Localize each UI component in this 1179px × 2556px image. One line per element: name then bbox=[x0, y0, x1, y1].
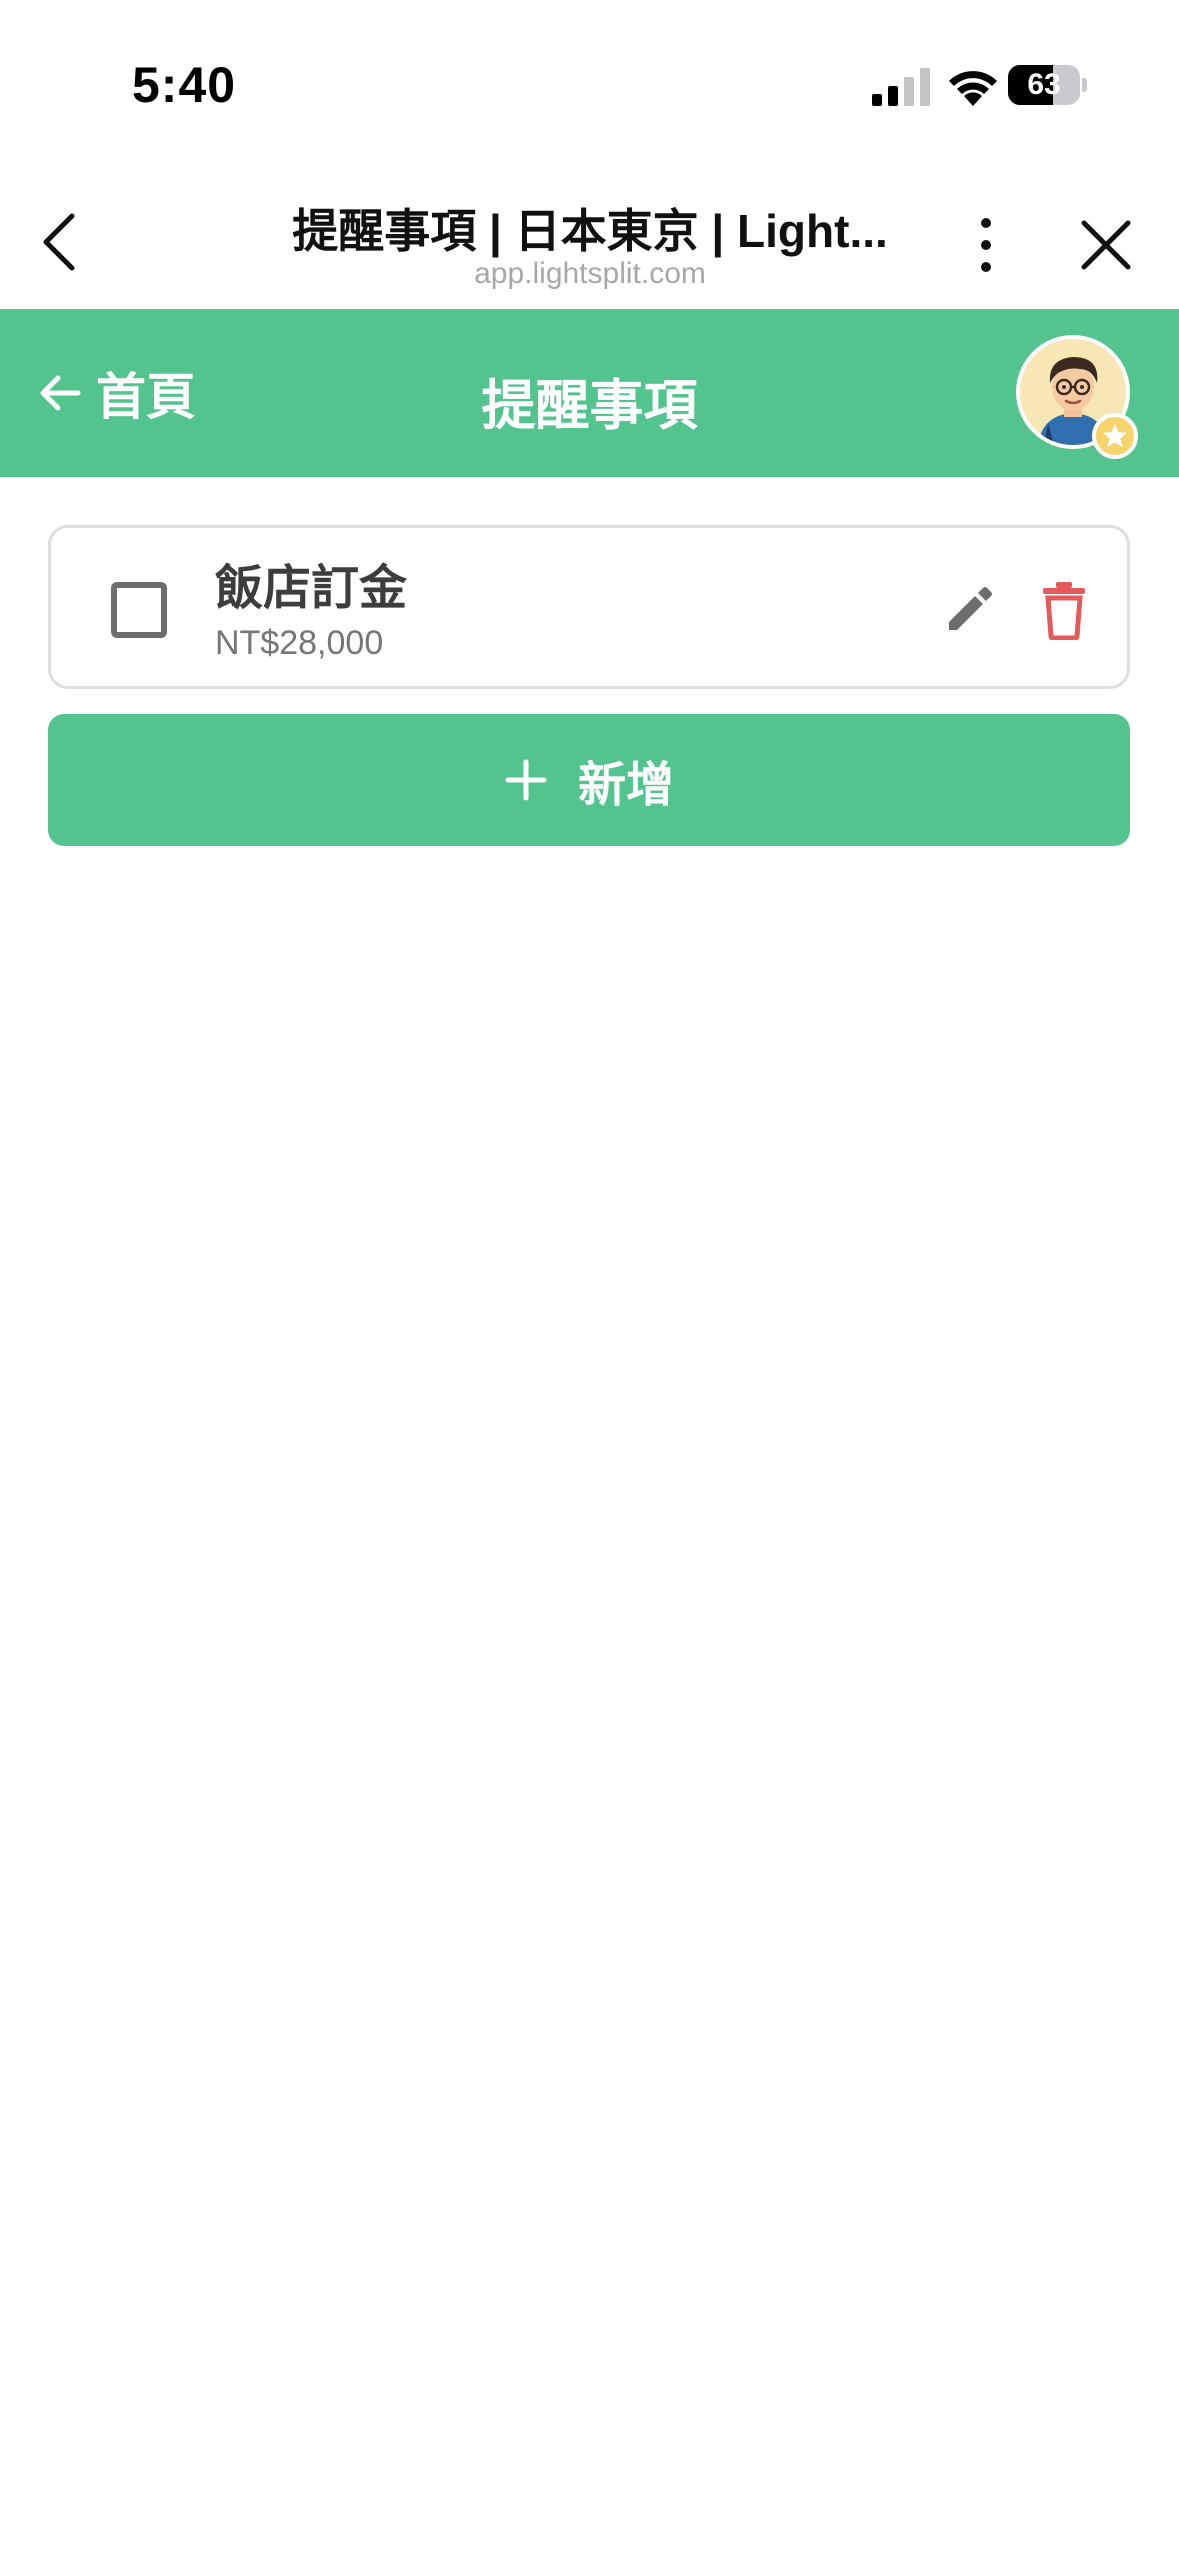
status-bar: 5:40 63 bbox=[0, 0, 1179, 175]
reminder-title: 飯店訂金 bbox=[215, 562, 408, 615]
wifi-icon bbox=[949, 71, 997, 106]
browser-url: app.lightsplit.com bbox=[474, 257, 706, 290]
pencil-icon[interactable] bbox=[941, 582, 997, 638]
plus-icon bbox=[505, 759, 547, 801]
reminder-amount: NT$28,000 bbox=[215, 624, 384, 662]
add-reminder-button[interactable]: 新增 bbox=[48, 714, 1130, 846]
reminder-item: 飯店訂金 NT$28,000 bbox=[48, 525, 1130, 689]
star-badge-icon bbox=[1092, 413, 1138, 459]
app-header: 首頁 提醒事項 bbox=[0, 309, 1179, 477]
page-title: 提醒事項 bbox=[481, 376, 698, 436]
arrow-left-icon bbox=[40, 375, 81, 411]
reminder-checkbox[interactable] bbox=[111, 582, 167, 638]
close-icon[interactable] bbox=[1078, 217, 1134, 273]
trash-icon[interactable] bbox=[1039, 580, 1089, 640]
status-time: 5:40 bbox=[132, 57, 237, 113]
add-button-label: 新增 bbox=[577, 759, 674, 812]
battery-percent: 63 bbox=[1027, 68, 1061, 101]
home-label: 首頁 bbox=[96, 369, 196, 425]
cellular-signal-icon bbox=[872, 68, 930, 106]
user-avatar-button[interactable] bbox=[1016, 335, 1140, 459]
browser-bar: 提醒事項 | 日本東京 | Light... app.lightsplit.co… bbox=[0, 175, 1179, 309]
chevron-left-icon[interactable] bbox=[34, 210, 84, 274]
home-back-button[interactable]: 首頁 bbox=[38, 361, 196, 425]
battery-indicator: 63 bbox=[1008, 65, 1087, 105]
more-vertical-icon[interactable] bbox=[968, 215, 1004, 275]
browser-page-title: 提醒事項 | 日本東京 | Light... bbox=[292, 205, 888, 257]
